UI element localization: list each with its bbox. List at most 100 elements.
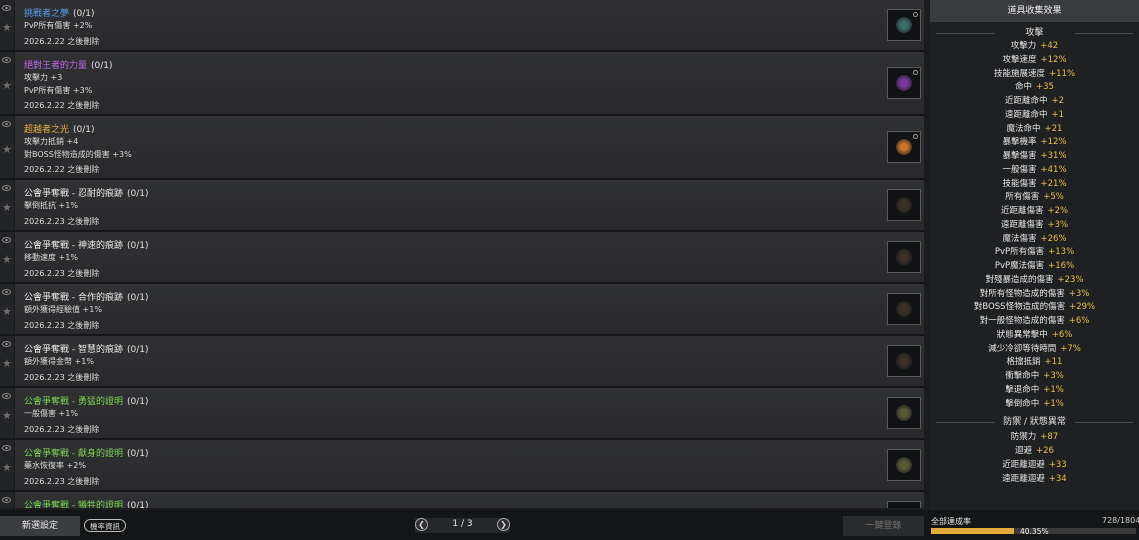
item-thumbnail[interactable]: [887, 131, 921, 163]
star-icon[interactable]: ★: [2, 144, 12, 155]
item-expiry-date: 2026.2.22 之後刪除: [24, 165, 100, 174]
next-page-button[interactable]: ❯: [497, 518, 510, 531]
rate-info-button[interactable]: 機率資訊: [84, 519, 126, 532]
item-thumbnail[interactable]: [887, 241, 921, 273]
list-item[interactable]: ★ 公會爭奪戰 - 神速的痕跡 (0/1) 移動速度 +1% 2026.2.23 之後刪…: [0, 232, 924, 284]
stat-label: 格擋抵銷: [1006, 357, 1041, 368]
stat-value: +12%: [1040, 137, 1067, 148]
eye-icon[interactable]: [2, 185, 11, 191]
item-title: 絕對王者的力量 (0/1): [24, 58, 113, 71]
star-icon[interactable]: ★: [2, 202, 12, 213]
eye-icon[interactable]: [2, 237, 11, 243]
eye-icon[interactable]: [2, 341, 11, 347]
list-item[interactable]: ★ 公會爭奪戰 - 忍耐的痕跡 (0/1) 擊倒抵抗 +1% 2026.2.23 之後刪…: [0, 180, 924, 232]
item-thumbnail[interactable]: [887, 9, 921, 41]
stat-value: +35: [1036, 82, 1054, 93]
stat-label: 對BOSS怪物造成的傷害: [973, 302, 1066, 313]
item-count: (0/1): [91, 61, 113, 71]
defense-section-title: 防禦 / 狀態異常: [930, 415, 1139, 429]
completion-label: 全部達成率: [931, 517, 971, 526]
stat-value: +33: [1048, 459, 1067, 470]
list-item[interactable]: ★ 公會爭奪戰 - 勇猛的證明 (0/1) 一般傷害 +1% 2026.2.23 之後刪…: [0, 388, 924, 440]
item-controls: ★: [0, 336, 15, 386]
eye-icon[interactable]: [2, 57, 11, 63]
item-count: (0/1): [126, 345, 149, 355]
stat-row: 遠距離傷害 +3%: [930, 219, 1139, 233]
stat-label: 對所有怪物造成的傷害: [979, 288, 1065, 299]
item-name: 超越者之光: [24, 125, 70, 135]
item-title: 公會爭奪戰 - 合作的痕跡 (0/1): [24, 290, 149, 303]
stat-row: 技能施展速度 +11%: [930, 68, 1139, 82]
stat-label: 魔法命中: [1006, 123, 1041, 134]
item-thumbnail[interactable]: [887, 345, 921, 377]
item-controls: ★: [0, 116, 15, 178]
stat-value: +26%: [1040, 233, 1067, 244]
star-icon[interactable]: ★: [2, 254, 12, 265]
item-thumbnail[interactable]: [887, 293, 921, 325]
star-icon[interactable]: ★: [2, 358, 12, 369]
list-item[interactable]: ★ 公會爭奪戰 - 合作的痕跡 (0/1) 額外獲得經驗值 +1% 2026.2.23 …: [0, 284, 924, 336]
star-icon[interactable]: ★: [2, 22, 12, 33]
item-name: 公會爭奪戰 - 忍耐的痕跡: [24, 189, 123, 199]
item-thumbnail[interactable]: [887, 67, 921, 99]
eye-icon[interactable]: [2, 393, 11, 399]
eye-icon[interactable]: [2, 289, 11, 295]
star-icon[interactable]: ★: [2, 462, 12, 473]
stat-value: +1%: [1043, 398, 1064, 409]
stat-row: 衝擊命中 +3%: [930, 370, 1139, 384]
eye-icon[interactable]: [2, 5, 11, 11]
stat-label: 攻擊速度: [1002, 54, 1037, 65]
item-count: (0/1): [126, 189, 149, 199]
completion-percent: 40.35%: [1020, 527, 1049, 536]
stat-value: +3%: [1043, 371, 1064, 381]
register-all-button[interactable]: 一鍵登錄: [843, 516, 924, 536]
stat-label: PvP所有傷害: [994, 247, 1045, 258]
star-icon[interactable]: ★: [2, 410, 12, 421]
stat-label: 魔法傷害: [1002, 233, 1037, 244]
eye-icon[interactable]: [2, 497, 11, 503]
stat-label: 遠距離迴避: [1002, 473, 1045, 484]
eye-icon[interactable]: [2, 121, 11, 127]
stat-value: +2%: [1047, 206, 1069, 216]
item-title: 公會爭奪戰 - 忍耐的痕跡 (0/1): [24, 186, 149, 199]
list-item[interactable]: ★ 公會爭奪戰 - 獻身的證明 (0/1) 藥水恢復率 +2% 2026.2.23 之後…: [0, 440, 924, 492]
panel-title: 道具收集效果: [930, 0, 1139, 22]
stat-row: 狀態異常擊中 +6%: [930, 329, 1139, 343]
item-title: 公會爭奪戰 - 勇猛的證明 (0/1): [24, 394, 149, 407]
star-icon[interactable]: ★: [2, 306, 12, 317]
emblem-icon: [896, 249, 912, 265]
stat-row: 命中 +35: [930, 81, 1139, 95]
stat-row: 迴避 +26: [930, 445, 1139, 459]
stat-label: 所有傷害: [1005, 192, 1040, 203]
stat-value: +5%: [1043, 192, 1064, 203]
new-settings-button[interactable]: 新選設定: [0, 516, 80, 536]
list-item[interactable]: ★ 挑戰者之夢 (0/1) PvP所有傷害 +2% 2026.2.22 之後刪除: [0, 0, 924, 52]
eye-icon[interactable]: [2, 445, 11, 451]
item-controls: ★: [0, 492, 15, 508]
stat-row: 遠距離命中 +1: [930, 109, 1139, 123]
item-thumbnail[interactable]: [887, 189, 921, 221]
item-expiry-date: 2026.2.23 之後刪除: [24, 477, 100, 486]
stat-label: 擊倒命中: [1005, 398, 1040, 409]
stat-value: +21: [1044, 123, 1063, 134]
stat-label: 技能傷害: [1002, 178, 1037, 189]
item-effect: 擊倒抵抗 +1%: [24, 201, 78, 210]
item-expiry-date: 2026.2.22 之後刪除: [24, 101, 100, 110]
stat-label: 遠距離命中: [1004, 109, 1048, 120]
item-thumbnail[interactable]: [887, 449, 921, 481]
list-item[interactable]: ★ 公會爭奪戰 - 智慧的痕跡 (0/1) 額外獲得金幣 +1% 2026.2.23 之…: [0, 336, 924, 388]
item-thumbnail[interactable]: [887, 501, 921, 508]
stat-label: 暴擊傷害: [1002, 151, 1037, 161]
list-item[interactable]: ★ 絕對王者的力量 (0/1) 攻擊力 +3 PvP所有傷害 +3% 2026.2.22 …: [0, 52, 924, 116]
item-thumbnail[interactable]: [887, 397, 921, 429]
list-item[interactable]: ★ 公會爭奪戰 - 犧牲的證明(0/1): [0, 492, 924, 508]
stat-row: 對所有怪物造成的傷害 +3%: [930, 288, 1139, 302]
star-icon[interactable]: ★: [2, 80, 12, 91]
item-effect: 移動速度 +1%: [24, 253, 78, 262]
list-item[interactable]: ★ 超越者之光 (0/1) 攻擊力抵銷 +4 對BOSS怪物造成的傷害 +3% 2026.…: [0, 116, 924, 180]
item-name: 公會爭奪戰 - 勇猛的證明: [24, 397, 123, 407]
stat-value: +16%: [1048, 261, 1075, 271]
item-count: (0/1): [126, 241, 149, 251]
item-count: (0/1): [126, 397, 149, 407]
stat-label: 近距離傷害: [1000, 206, 1044, 216]
